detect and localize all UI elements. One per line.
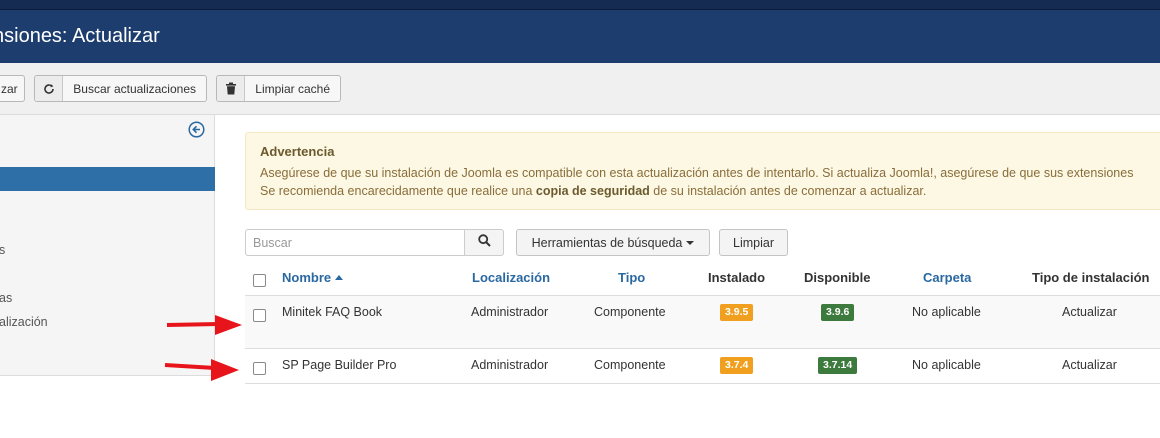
row-2-name: SP Page Builder Pro (282, 358, 397, 372)
sidebar-item-1[interactable]: s (0, 243, 5, 257)
update-button-label: zar (1, 81, 18, 96)
select-all-checkbox[interactable] (253, 274, 266, 287)
alert-line-1: Asegúrese de que su instalación de Jooml… (260, 166, 1134, 180)
sidebar-item-2[interactable]: as (0, 291, 12, 305)
warning-alert: Advertencia Asegúrese de que su instalac… (245, 132, 1160, 210)
table-divider (245, 348, 1160, 349)
caret-down-icon (686, 240, 695, 245)
row-1-checkbox[interactable] (253, 309, 266, 322)
col-available-header: Disponible (804, 270, 871, 285)
row-2-available-badge: 3.7.14 (818, 357, 858, 374)
toolbar: zar Buscar actualizaciones Limpiar caché (0, 63, 1160, 115)
col-folder-header[interactable]: Carpeta (923, 270, 971, 285)
row-1-installed-badge: 3.9.5 (720, 304, 754, 321)
col-name-header[interactable]: Nombre (282, 270, 343, 285)
search-tools-label: Herramientas de búsqueda (531, 235, 683, 250)
red-arrow-annotation (166, 315, 242, 335)
search-tools-button[interactable]: Herramientas de búsqueda (516, 229, 710, 256)
refresh-icon (35, 76, 64, 101)
row-2-checkbox[interactable] (253, 362, 266, 375)
table-divider (245, 383, 1160, 384)
col-installed-header: Instalado (708, 270, 766, 285)
row-1-install-type: Actualizar (1062, 305, 1117, 319)
search-input[interactable] (245, 229, 465, 256)
clear-cache-label: Limpiar caché (255, 81, 330, 96)
search-button[interactable] (464, 229, 504, 256)
sort-up-icon (334, 275, 343, 280)
top-strip (0, 0, 1160, 10)
update-button[interactable]: zar (0, 75, 25, 102)
check-updates-button[interactable]: Buscar actualizaciones (34, 75, 207, 102)
row-2-location: Administrador (471, 358, 549, 372)
search-icon (477, 233, 491, 252)
col-location-header[interactable]: Localización (472, 270, 550, 285)
title-bar: nsiones: Actualizar (0, 10, 1160, 63)
row-2-install-type: Actualizar (1062, 358, 1117, 372)
check-updates-label: Buscar actualizaciones (73, 81, 196, 96)
table-row-1-bg (245, 296, 1160, 348)
row-2-folder: No aplicable (912, 358, 981, 372)
clear-cache-button[interactable]: Limpiar caché (216, 75, 341, 102)
row-1-folder: No aplicable (912, 305, 981, 319)
row-1-location: Administrador (471, 305, 549, 319)
alert-line-2: Se recomienda encarecidamente que realic… (260, 184, 927, 198)
clear-label: Limpiar (733, 235, 774, 250)
clear-button[interactable]: Limpiar (719, 229, 788, 256)
row-2-installed-badge: 3.7.4 (720, 357, 754, 374)
trash-icon (217, 76, 246, 101)
sidebar-item-active[interactable] (0, 167, 215, 191)
page-title: nsiones: Actualizar (0, 25, 160, 47)
collapse-left-icon[interactable] (188, 121, 205, 143)
red-arrow-annotation (164, 359, 239, 381)
sidebar-item-3[interactable]: alización (0, 315, 48, 329)
row-1-name: Minitek FAQ Book (282, 305, 383, 319)
row-2-type: Componente (594, 358, 666, 372)
col-type-header[interactable]: Tipo (618, 270, 645, 285)
row-1-available-badge: 3.9.6 (821, 304, 855, 321)
alert-heading: Advertencia (260, 144, 335, 159)
col-install-type-header: Tipo de instalación (1032, 270, 1150, 285)
row-1-type: Componente (594, 305, 666, 319)
